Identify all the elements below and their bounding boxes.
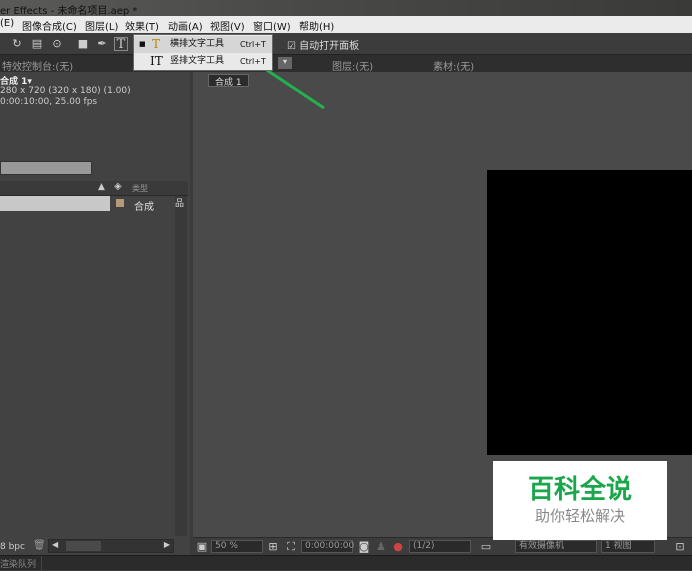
show-snapshot-icon[interactable]: ♟ — [374, 540, 388, 554]
bottom-panel-tabs: 渲染队列 — [0, 555, 692, 571]
toolbar: ↻ ▤ ⊙ ■ ✒ T ☑ 自动打开面板 — [0, 33, 692, 55]
search-input[interactable] — [0, 161, 92, 175]
menu-help[interactable]: 帮助(H) — [299, 18, 334, 33]
mask-visibility-icon[interactable]: ⛶ — [284, 540, 298, 554]
camera-select[interactable]: 有效摄像机 — [515, 540, 597, 553]
snapshot-icon[interactable]: ◙ — [357, 540, 371, 554]
row-type: 合成 — [134, 202, 154, 213]
menu-bar: (E) 图像合成(C) 图层(L) 效果(T) 动画(A) 视图(V) 窗口(W… — [0, 16, 692, 33]
tab-effect-controls[interactable]: 特效控制台:(无) — [2, 58, 73, 73]
comp-dimensions: 280 x 720 (320 x 180) (1.00) — [0, 86, 131, 96]
mask-tool-icon[interactable]: ■ — [76, 37, 90, 51]
scroll-right-icon: ▶ — [163, 540, 170, 549]
menu-edit[interactable]: (E) — [0, 18, 14, 29]
vertical-scrollbar[interactable]: 品 — [175, 196, 187, 536]
tab-footage[interactable]: 素材:(无) — [433, 58, 474, 73]
camera-tool-icon[interactable]: ▤ — [30, 37, 44, 51]
type-column-header[interactable]: 类型 — [132, 183, 148, 194]
menu-composition[interactable]: 图像合成(C) — [22, 18, 77, 33]
resolution-select[interactable]: (1/2) — [409, 540, 471, 553]
selected-bullet-icon: ■ — [139, 40, 146, 48]
tab-render-queue[interactable]: 渲染队列 — [0, 557, 36, 570]
title-bar: er Effects - 未命名项目.aep * — [0, 0, 692, 17]
zoom-select[interactable]: 50 % — [211, 540, 263, 553]
horizontal-text-icon: T — [152, 37, 161, 51]
menu-layer[interactable]: 图层(L) — [85, 18, 118, 33]
watermark: 百科全说 助你轻松解决 — [493, 461, 667, 540]
sort-up-icon[interactable]: ▲ — [98, 182, 105, 192]
scroll-left-icon: ◀ — [52, 540, 59, 549]
horizontal-scrollbar[interactable]: ◀ ▶ — [48, 539, 174, 553]
item-label: 竖排文字工具 — [170, 56, 225, 66]
label-tag-icon[interactable]: ◈ — [114, 181, 122, 192]
panel-tabs: 特效控制台:(无) ▾ 图层:(无) 素材:(无) — [0, 55, 692, 73]
tab-layer[interactable]: 图层:(无) — [332, 58, 373, 73]
region-icon[interactable]: ▣ — [195, 540, 209, 554]
channel-icon[interactable]: ● — [391, 540, 405, 554]
flowchart-view-icon[interactable]: ⊡ — [673, 540, 687, 554]
vertical-text-icon: IT — [150, 54, 163, 68]
project-list-header: ▲ ◈ 类型 — [0, 181, 188, 196]
menu-view[interactable]: 视图(V) — [210, 18, 245, 33]
menu-animation[interactable]: 动画(A) — [168, 18, 203, 33]
menu-window[interactable]: 窗口(W) — [253, 18, 291, 33]
project-item-row[interactable] — [0, 196, 110, 211]
divider — [41, 556, 42, 571]
menu-effects[interactable]: 效果(T) — [125, 18, 159, 33]
comp-duration: 0:00:10:00, 25.00 fps — [0, 97, 98, 107]
composition-canvas[interactable] — [487, 170, 692, 455]
bit-depth-button[interactable]: 8 bpc — [0, 542, 25, 552]
scroll-thumb — [66, 541, 101, 551]
grid-icon[interactable]: ⊞ — [266, 540, 280, 554]
item-shortcut: Ctrl+T — [240, 40, 266, 49]
pan-behind-tool-icon[interactable]: ⊙ — [50, 37, 64, 51]
flowchart-icon: 品 — [175, 199, 185, 209]
label-color-swatch — [116, 199, 124, 207]
pen-tool-icon[interactable]: ✒ — [95, 37, 109, 51]
watermark-title: 百科全说 — [527, 475, 632, 505]
project-panel: 合成 1▾ 280 x 720 (320 x 180) (1.00) 0:00:… — [0, 72, 190, 555]
text-tool-icon[interactable]: T — [114, 37, 128, 52]
text-tool-menu: ■ T 横排文字工具 Ctrl+T IT 竖排文字工具 Ctrl+T — [133, 34, 273, 71]
vertical-text-tool-item[interactable]: IT 竖排文字工具 Ctrl+T — [134, 53, 272, 70]
watermark-subtitle: 助你轻松解决 — [534, 507, 625, 525]
rotate-tool-icon[interactable]: ↻ — [10, 37, 24, 51]
view-layout-select[interactable]: 1 视图 — [601, 540, 655, 553]
trash-icon[interactable]: 🗑 — [33, 540, 46, 551]
timecode[interactable]: 0:00:00:00 — [301, 540, 354, 553]
horizontal-text-tool-item[interactable]: ■ T 横排文字工具 Ctrl+T — [134, 36, 272, 53]
item-shortcut: Ctrl+T — [240, 57, 266, 66]
roi-icon[interactable]: ▭ — [479, 540, 493, 554]
item-label: 横排文字工具 — [170, 39, 225, 49]
